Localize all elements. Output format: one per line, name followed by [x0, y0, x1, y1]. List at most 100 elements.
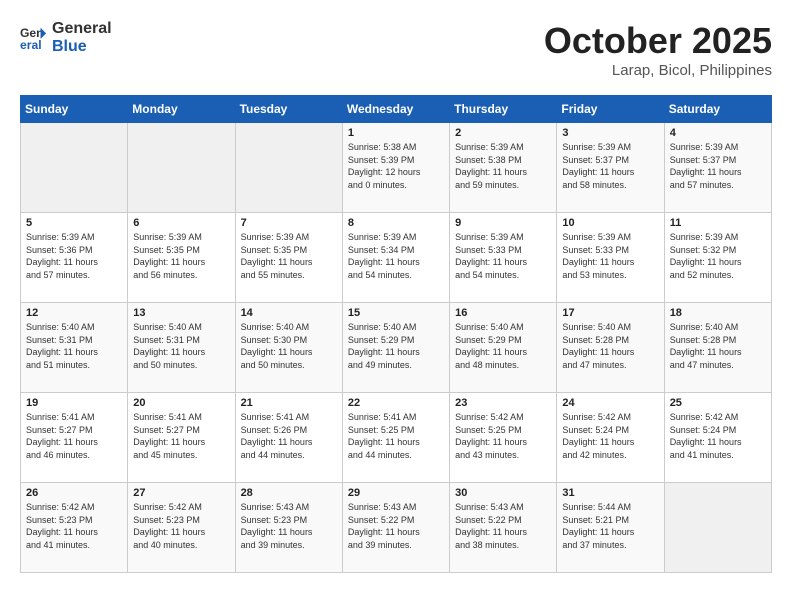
day-info: Sunrise: 5:41 AM Sunset: 5:25 PM Dayligh… — [348, 411, 444, 461]
logo-line2: Blue — [52, 38, 112, 56]
weekday-header-cell: Tuesday — [235, 96, 342, 123]
calendar-cell: 11 Sunrise: 5:39 AM Sunset: 5:32 PM Dayli… — [664, 213, 771, 303]
calendar-cell: 13 Sunrise: 5:40 AM Sunset: 5:31 PM Dayli… — [128, 303, 235, 393]
day-number: 19 — [26, 397, 122, 409]
calendar-week-row: 12Sunrise: 5:40 AM Sunset: 5:31 PM Dayli… — [21, 303, 772, 393]
calendar-cell: 10Sunrise: 5:39 AM Sunset: 5:33 PM Dayli… — [557, 213, 664, 303]
weekday-header-cell: Wednesday — [342, 96, 449, 123]
weekday-header-cell: Friday — [557, 96, 664, 123]
calendar-cell: 6 Sunrise: 5:39 AM Sunset: 5:35 PM Daylig… — [128, 213, 235, 303]
day-number: 27 — [133, 487, 229, 499]
day-number: 3 — [562, 127, 658, 139]
day-info: Sunrise: 5:39 AM Sunset: 5:38 PM Dayligh… — [455, 141, 551, 191]
day-number: 15 — [348, 307, 444, 319]
day-number: 18 — [670, 307, 766, 319]
calendar-cell: 16 Sunrise: 5:40 AM Sunset: 5:29 PM Dayli… — [450, 303, 557, 393]
calendar-cell: 19Sunrise: 5:41 AM Sunset: 5:27 PM Dayli… — [21, 393, 128, 483]
day-info: Sunrise: 5:40 AM Sunset: 5:31 PM Dayligh… — [26, 321, 122, 371]
calendar-cell: 15 Sunrise: 5:40 AM Sunset: 5:29 PM Dayli… — [342, 303, 449, 393]
calendar-cell: 14Sunrise: 5:40 AM Sunset: 5:30 PM Dayli… — [235, 303, 342, 393]
weekday-header-row: SundayMondayTuesdayWednesdayThursdayFrid… — [21, 96, 772, 123]
calendar-cell: 7Sunrise: 5:39 AM Sunset: 5:35 PM Daylig… — [235, 213, 342, 303]
day-number: 29 — [348, 487, 444, 499]
day-info: Sunrise: 5:41 AM Sunset: 5:27 PM Dayligh… — [133, 411, 229, 461]
calendar-week-row: 1 Sunrise: 5:38 AM Sunset: 5:39 PM Daylig… — [21, 123, 772, 213]
calendar-week-row: 26Sunrise: 5:42 AM Sunset: 5:23 PM Dayli… — [21, 483, 772, 573]
day-number: 1 — [348, 127, 444, 139]
day-info: Sunrise: 5:39 AM Sunset: 5:32 PM Dayligh… — [670, 231, 766, 281]
day-info: Sunrise: 5:42 AM Sunset: 5:25 PM Dayligh… — [455, 411, 551, 461]
weekday-header-cell: Thursday — [450, 96, 557, 123]
calendar-cell: 31Sunrise: 5:44 AM Sunset: 5:21 PM Dayli… — [557, 483, 664, 573]
calendar-week-row: 5Sunrise: 5:39 AM Sunset: 5:36 PM Daylig… — [21, 213, 772, 303]
calendar-cell: 4Sunrise: 5:39 AM Sunset: 5:37 PM Daylig… — [664, 123, 771, 213]
day-info: Sunrise: 5:40 AM Sunset: 5:31 PM Dayligh… — [133, 321, 229, 371]
day-number: 16 — [455, 307, 551, 319]
calendar-cell: 21Sunrise: 5:41 AM Sunset: 5:26 PM Dayli… — [235, 393, 342, 483]
day-info: Sunrise: 5:42 AM Sunset: 5:23 PM Dayligh… — [26, 501, 122, 551]
day-info: Sunrise: 5:42 AM Sunset: 5:23 PM Dayligh… — [133, 501, 229, 551]
calendar-week-row: 19 Sunrise: 5:41 AM Sunset: 5:27 PM Dayli… — [21, 393, 772, 483]
calendar-cell: 17 Sunrise: 5:40 AM Sunset: 5:28 PM Dayli… — [557, 303, 664, 393]
title-block: October 2025 Larap, Bicol, Philippines — [544, 20, 772, 79]
calendar-cell: 12Sunrise: 5:40 AM Sunset: 5:31 PM Dayli… — [21, 303, 128, 393]
day-info: Sunrise: 5:43 AM Sunset: 5:22 PM Dayligh… — [455, 501, 551, 551]
day-info: Sunrise: 5:43 AM Sunset: 5:22 PM Dayligh… — [348, 501, 444, 551]
day-number: 23 — [455, 397, 551, 409]
calendar-cell: 28 Sunrise: 5:43 AM Sunset: 5:23 PM Dayli… — [235, 483, 342, 573]
day-number: 10 — [562, 217, 658, 229]
calendar-cell: 1 Sunrise: 5:38 AM Sunset: 5:39 PM Daylig… — [342, 123, 449, 213]
calendar-cell: 5Sunrise: 5:39 AM Sunset: 5:36 PM Daylig… — [21, 213, 128, 303]
calendar-cell: 27 Sunrise: 5:42 AM Sunset: 5:23 PM Dayli… — [128, 483, 235, 573]
day-info: Sunrise: 5:39 AM Sunset: 5:34 PM Dayligh… — [348, 231, 444, 281]
day-number: 28 — [241, 487, 337, 499]
day-number: 25 — [670, 397, 766, 409]
day-info: Sunrise: 5:38 AM Sunset: 5:39 PM Dayligh… — [348, 141, 444, 191]
calendar-cell — [128, 123, 235, 213]
day-number: 11 — [670, 217, 766, 229]
day-number: 24 — [562, 397, 658, 409]
day-info: Sunrise: 5:42 AM Sunset: 5:24 PM Dayligh… — [670, 411, 766, 461]
day-info: Sunrise: 5:39 AM Sunset: 5:35 PM Dayligh… — [133, 231, 229, 281]
logo-line1: General — [52, 20, 112, 38]
month-title: October 2025 — [544, 20, 772, 62]
calendar-cell: 26Sunrise: 5:42 AM Sunset: 5:23 PM Dayli… — [21, 483, 128, 573]
svg-text:eral: eral — [20, 38, 42, 52]
day-info: Sunrise: 5:43 AM Sunset: 5:23 PM Dayligh… — [241, 501, 337, 551]
calendar-body: 1 Sunrise: 5:38 AM Sunset: 5:39 PM Daylig… — [21, 123, 772, 573]
weekday-header-cell: Sunday — [21, 96, 128, 123]
weekday-header-cell: Saturday — [664, 96, 771, 123]
calendar-cell — [235, 123, 342, 213]
day-info: Sunrise: 5:41 AM Sunset: 5:26 PM Dayligh… — [241, 411, 337, 461]
logo: Gen eral General Blue — [20, 20, 112, 55]
calendar-table: SundayMondayTuesdayWednesdayThursdayFrid… — [20, 95, 772, 573]
day-number: 9 — [455, 217, 551, 229]
day-number: 2 — [455, 127, 551, 139]
day-info: Sunrise: 5:39 AM Sunset: 5:37 PM Dayligh… — [562, 141, 658, 191]
day-info: Sunrise: 5:40 AM Sunset: 5:29 PM Dayligh… — [348, 321, 444, 371]
calendar-cell: 9 Sunrise: 5:39 AM Sunset: 5:33 PM Daylig… — [450, 213, 557, 303]
day-number: 5 — [26, 217, 122, 229]
day-number: 6 — [133, 217, 229, 229]
day-info: Sunrise: 5:40 AM Sunset: 5:28 PM Dayligh… — [670, 321, 766, 371]
day-info: Sunrise: 5:40 AM Sunset: 5:30 PM Dayligh… — [241, 321, 337, 371]
calendar-cell: 25 Sunrise: 5:42 AM Sunset: 5:24 PM Dayli… — [664, 393, 771, 483]
day-info: Sunrise: 5:40 AM Sunset: 5:28 PM Dayligh… — [562, 321, 658, 371]
location-subtitle: Larap, Bicol, Philippines — [544, 62, 772, 79]
calendar-cell: 8Sunrise: 5:39 AM Sunset: 5:34 PM Daylig… — [342, 213, 449, 303]
day-info: Sunrise: 5:44 AM Sunset: 5:21 PM Dayligh… — [562, 501, 658, 551]
calendar-cell: 30 Sunrise: 5:43 AM Sunset: 5:22 PM Dayli… — [450, 483, 557, 573]
day-number: 20 — [133, 397, 229, 409]
day-number: 17 — [562, 307, 658, 319]
day-number: 7 — [241, 217, 337, 229]
calendar-cell: 22 Sunrise: 5:41 AM Sunset: 5:25 PM Dayli… — [342, 393, 449, 483]
day-number: 22 — [348, 397, 444, 409]
calendar-cell: 24 Sunrise: 5:42 AM Sunset: 5:24 PM Dayli… — [557, 393, 664, 483]
day-info: Sunrise: 5:42 AM Sunset: 5:24 PM Dayligh… — [562, 411, 658, 461]
day-info: Sunrise: 5:39 AM Sunset: 5:37 PM Dayligh… — [670, 141, 766, 191]
day-number: 30 — [455, 487, 551, 499]
day-info: Sunrise: 5:39 AM Sunset: 5:33 PM Dayligh… — [455, 231, 551, 281]
page-header: Gen eral General Blue October 2025 Larap… — [20, 20, 772, 79]
day-info: Sunrise: 5:40 AM Sunset: 5:29 PM Dayligh… — [455, 321, 551, 371]
day-number: 13 — [133, 307, 229, 319]
